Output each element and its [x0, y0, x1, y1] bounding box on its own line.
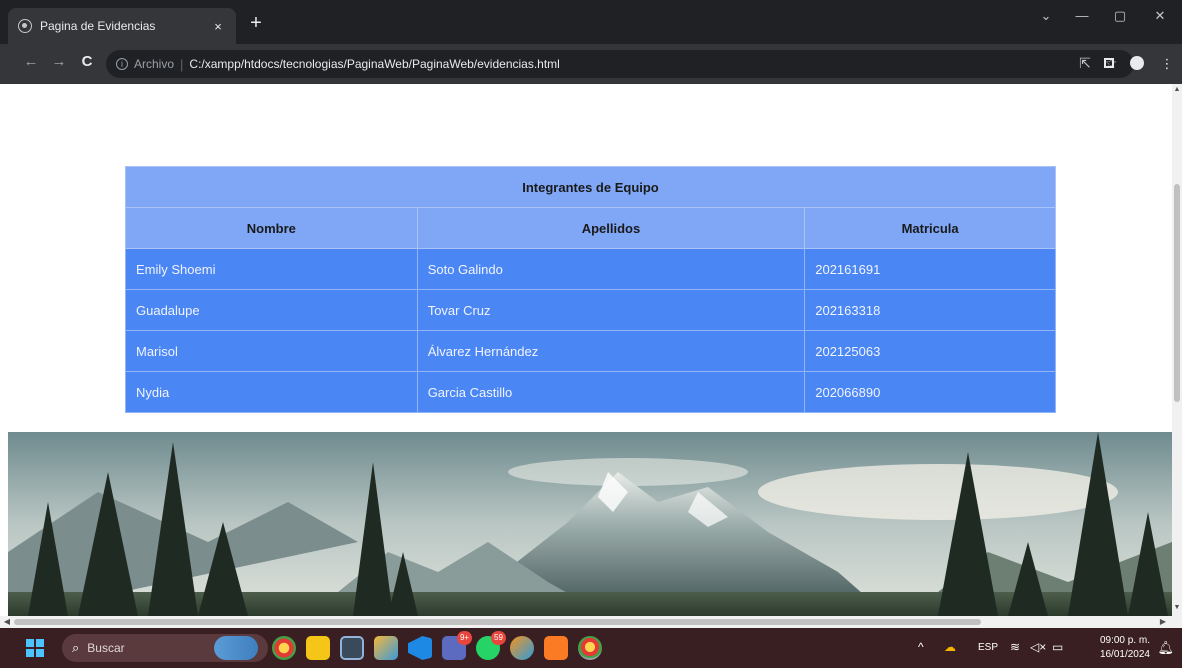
table-row: Marisol Álvarez Hernández 202125063: [125, 330, 1056, 372]
side-panel-button[interactable]: [1100, 56, 1118, 71]
scheme-label: Archivo: [134, 57, 175, 71]
address-bar[interactable]: i Archivo | C:/xampp/htdocs/tecnologias/…: [106, 50, 1134, 78]
windows-start-icon[interactable]: [26, 639, 44, 657]
xampp-icon[interactable]: [544, 636, 568, 660]
horizontal-scrollbar[interactable]: ◀ ▶: [0, 616, 1182, 628]
search-icon: ⌕: [72, 640, 80, 655]
store-icon[interactable]: [340, 636, 364, 660]
battery-icon[interactable]: ▭: [1052, 640, 1063, 654]
vscode-icon[interactable]: [408, 636, 432, 660]
globe-icon: [18, 19, 32, 33]
notification-bell-icon[interactable]: 🔔︎: [1157, 640, 1174, 656]
back-button[interactable]: ←: [20, 53, 42, 70]
table-caption: Integrantes de Equipo: [125, 166, 1056, 208]
team-table: Integrantes de Equipo Nombre Apellidos M…: [125, 166, 1056, 413]
wifi-icon[interactable]: ≋: [1010, 640, 1020, 654]
table-row: Guadalupe Tovar Cruz 202163318: [125, 289, 1056, 331]
clock-time: 09:00 p. m.: [1099, 635, 1150, 646]
search-placeholder: Buscar: [87, 641, 125, 655]
profile-button[interactable]: [1128, 56, 1146, 73]
profile-icon: [1130, 56, 1144, 70]
close-window-button[interactable]: ✕: [1150, 8, 1170, 24]
teams-badge: 9+: [457, 631, 472, 645]
tab-pagina-evidencias[interactable]: Pagina de Evidencias ×: [8, 8, 236, 44]
table-caption-row: Integrantes de Equipo: [125, 166, 1056, 208]
tab-search-icon[interactable]: ⌄: [1036, 8, 1056, 24]
browser-tab-strip: Pagina de Evidencias × + ⌄ — ▢ ✕: [0, 0, 1182, 44]
cell-apellidos: Tovar Cruz: [416, 289, 806, 331]
cell-apellidos: Álvarez Hernández: [416, 330, 806, 372]
url-text[interactable]: C:/xampp/htdocs/tecnologias/PaginaWeb/Pa…: [189, 57, 559, 71]
cell-nombre: Nydia: [125, 371, 418, 413]
horizontal-scroll-thumb[interactable]: [14, 619, 981, 625]
volume-icon[interactable]: ◁×: [1030, 640, 1046, 654]
tab-close-icon[interactable]: ×: [210, 19, 226, 34]
new-tab-button[interactable]: +: [244, 12, 268, 34]
file-explorer-icon[interactable]: [306, 636, 330, 660]
header-matricula: Matricula: [804, 207, 1056, 249]
cell-apellidos: Garcia Castillo: [416, 371, 806, 413]
table-header-row: Nombre Apellidos Matricula: [125, 207, 1056, 249]
weather-widget-icon[interactable]: [214, 636, 258, 660]
mountain-landscape: [8, 432, 1172, 616]
forward-button[interactable]: →: [48, 53, 70, 70]
cell-matricula: 202066890: [804, 371, 1056, 413]
system-clock[interactable]: 09:00 p. m. 16/01/2024: [1100, 634, 1150, 662]
mountain-banner-image: [8, 432, 1172, 616]
vertical-scroll-thumb[interactable]: [1174, 184, 1180, 402]
tab-title: Pagina de Evidencias: [40, 19, 156, 33]
scroll-right-arrow-icon[interactable]: ▶: [1158, 617, 1168, 626]
app-icon[interactable]: [510, 636, 534, 660]
cell-matricula: 202163318: [804, 289, 1056, 331]
scroll-left-arrow-icon[interactable]: ◀: [2, 617, 12, 626]
app-icon[interactable]: [374, 636, 398, 660]
header-apellidos: Apellidos: [416, 207, 806, 249]
vertical-scrollbar[interactable]: ▲ ▼: [1172, 84, 1182, 616]
browser-toolbar: ← → C i Archivo | C:/xampp/htdocs/tecnol…: [0, 44, 1182, 84]
chrome-icon[interactable]: [272, 636, 296, 660]
info-icon[interactable]: i: [116, 58, 128, 70]
cell-nombre: Marisol: [125, 330, 418, 372]
cell-matricula: 202125063: [804, 330, 1056, 372]
windows-taskbar: ⌕ Buscar 9+ 59 ^ ☁ ESP ≋ ◁× ▭ 09:00 p. m…: [0, 628, 1182, 668]
page-viewport: Integrantes de Equipo Nombre Apellidos M…: [0, 84, 1182, 616]
scroll-down-arrow-icon[interactable]: ▼: [1173, 604, 1181, 611]
share-icon[interactable]: ⇱: [1076, 55, 1094, 72]
address-separator: |: [180, 56, 184, 72]
menu-button[interactable]: ⋮: [1158, 56, 1176, 72]
language-indicator[interactable]: ESP: [978, 642, 998, 653]
minimize-button[interactable]: —: [1072, 8, 1092, 23]
clock-date: 16/01/2024: [1099, 649, 1150, 660]
table-row: Nydia Garcia Castillo 202066890: [125, 371, 1056, 413]
chrome-active-icon[interactable]: [578, 636, 602, 660]
cell-apellidos: Soto Galindo: [416, 248, 806, 290]
whatsapp-icon[interactable]: 59: [476, 631, 506, 660]
reload-button[interactable]: C: [76, 53, 98, 70]
teams-icon[interactable]: 9+: [442, 631, 472, 660]
maximize-button[interactable]: ▢: [1110, 8, 1130, 24]
table-row: Emily Shoemi Soto Galindo 202161691: [125, 248, 1056, 290]
show-hidden-icons-chevron-icon[interactable]: ^: [918, 640, 924, 654]
side-panel-icon: [1104, 58, 1114, 68]
scroll-up-arrow-icon[interactable]: ▲: [1173, 86, 1181, 93]
cell-nombre: Emily Shoemi: [125, 248, 418, 290]
cell-matricula: 202161691: [804, 248, 1056, 290]
cell-nombre: Guadalupe: [125, 289, 418, 331]
cloud-sync-icon[interactable]: ☁: [944, 640, 956, 654]
whatsapp-badge: 59: [491, 631, 506, 645]
header-nombre: Nombre: [125, 207, 418, 249]
